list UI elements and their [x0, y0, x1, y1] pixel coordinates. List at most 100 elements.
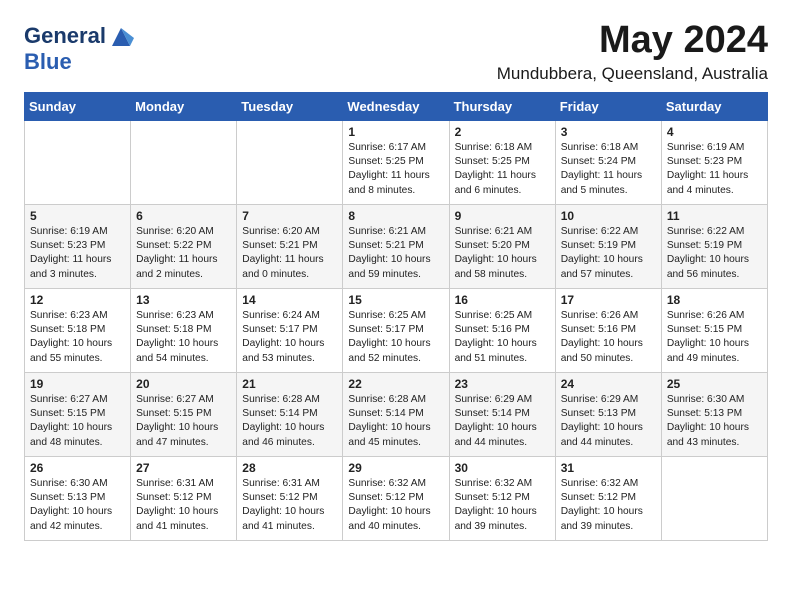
calendar-cell: 27Sunrise: 6:31 AM Sunset: 5:12 PM Dayli… — [131, 456, 237, 540]
day-info: Sunrise: 6:21 AM Sunset: 5:21 PM Dayligh… — [348, 225, 443, 282]
day-number: 23 — [455, 377, 550, 391]
calendar-cell: 28 Sunrise: 6:31 AM Sunset: 5:12 PM Dayli… — [237, 456, 343, 540]
day-number: 24 — [561, 377, 656, 391]
day-number: 6 — [136, 209, 231, 223]
calendar-week-row: 12Sunrise: 6:23 AM Sunset: 5:18 PM Dayli… — [25, 288, 768, 372]
day-info: Sunrise: 6:19 AM Sunset: 5:23 PM Dayligh… — [667, 141, 762, 198]
day-number: 28 — [242, 461, 337, 475]
day-info: Sunrise: 6:29 AM Sunset: 5:13 PM Dayligh… — [561, 393, 656, 450]
day-info: Sunrise: 6:18 AM Sunset: 5:24 PM Dayligh… — [561, 141, 656, 198]
day-info: Sunrise: 6:23 AM Sunset: 5:18 PM Dayligh… — [30, 309, 125, 366]
calendar-cell: 24 Sunrise: 6:29 AM Sunset: 5:13 PM Dayli… — [555, 372, 661, 456]
day-info: Sunrise: 6:20 AM Sunset: 5:22 PM Dayligh… — [136, 225, 231, 282]
calendar-cell: 25Sunrise: 6:30 AM Sunset: 5:13 PM Dayli… — [661, 372, 767, 456]
day-info: Sunrise: 6:17 AM Sunset: 5:25 PM Dayligh… — [348, 141, 443, 198]
day-info: Sunrise: 6:25 AM Sunset: 5:16 PM Dayligh… — [455, 309, 550, 366]
title-block: May 2024 Mundubbera, Queensland, Austral… — [497, 20, 768, 84]
calendar-cell — [661, 456, 767, 540]
calendar-cell — [25, 120, 131, 204]
day-number: 16 — [455, 293, 550, 307]
logo-text: General — [24, 24, 134, 50]
calendar-cell: 26Sunrise: 6:30 AM Sunset: 5:13 PM Dayli… — [25, 456, 131, 540]
day-number: 10 — [561, 209, 656, 223]
day-info: Sunrise: 6:32 AM Sunset: 5:12 PM Dayligh… — [561, 477, 656, 534]
day-info: Sunrise: 6:29 AM Sunset: 5:14 PM Dayligh… — [455, 393, 550, 450]
logo: General Blue — [24, 24, 134, 74]
calendar-cell: 6 Sunrise: 6:20 AM Sunset: 5:22 PM Daylig… — [131, 204, 237, 288]
day-info: Sunrise: 6:27 AM Sunset: 5:15 PM Dayligh… — [30, 393, 125, 450]
day-info: Sunrise: 6:22 AM Sunset: 5:19 PM Dayligh… — [561, 225, 656, 282]
calendar-cell: 3 Sunrise: 6:18 AM Sunset: 5:24 PM Daylig… — [555, 120, 661, 204]
calendar-cell: 1 Sunrise: 6:17 AM Sunset: 5:25 PM Daylig… — [343, 120, 449, 204]
calendar-cell: 23 Sunrise: 6:29 AM Sunset: 5:14 PM Dayli… — [449, 372, 555, 456]
logo-line2: Blue — [24, 50, 134, 74]
day-number: 20 — [136, 377, 231, 391]
day-info: Sunrise: 6:25 AM Sunset: 5:17 PM Dayligh… — [348, 309, 443, 366]
logo-icon — [108, 24, 134, 50]
calendar-cell: 19 Sunrise: 6:27 AM Sunset: 5:15 PM Dayli… — [25, 372, 131, 456]
calendar-subtitle: Mundubbera, Queensland, Australia — [497, 64, 768, 84]
day-info: Sunrise: 6:32 AM Sunset: 5:12 PM Dayligh… — [455, 477, 550, 534]
day-info: Sunrise: 6:26 AM Sunset: 5:15 PM Dayligh… — [667, 309, 762, 366]
header-monday: Monday — [131, 92, 237, 120]
day-info: Sunrise: 6:27 AM Sunset: 5:15 PM Dayligh… — [136, 393, 231, 450]
day-number: 26 — [30, 461, 125, 475]
calendar-cell: 16 Sunrise: 6:25 AM Sunset: 5:16 PM Dayli… — [449, 288, 555, 372]
calendar-week-row: 5 Sunrise: 6:19 AM Sunset: 5:23 PM Daylig… — [25, 204, 768, 288]
header-wednesday: Wednesday — [343, 92, 449, 120]
calendar-cell: 2 Sunrise: 6:18 AM Sunset: 5:25 PM Daylig… — [449, 120, 555, 204]
day-number: 19 — [30, 377, 125, 391]
day-number: 7 — [242, 209, 337, 223]
calendar-cell: 20 Sunrise: 6:27 AM Sunset: 5:15 PM Dayli… — [131, 372, 237, 456]
calendar-cell: 14 Sunrise: 6:24 AM Sunset: 5:17 PM Dayli… — [237, 288, 343, 372]
calendar-cell: 29 Sunrise: 6:32 AM Sunset: 5:12 PM Dayli… — [343, 456, 449, 540]
day-info: Sunrise: 6:32 AM Sunset: 5:12 PM Dayligh… — [348, 477, 443, 534]
calendar-week-row: 1 Sunrise: 6:17 AM Sunset: 5:25 PM Daylig… — [25, 120, 768, 204]
day-number: 5 — [30, 209, 125, 223]
calendar-cell: 8 Sunrise: 6:21 AM Sunset: 5:21 PM Daylig… — [343, 204, 449, 288]
day-number: 14 — [242, 293, 337, 307]
calendar-title: May 2024 — [497, 20, 768, 62]
calendar-cell: 5 Sunrise: 6:19 AM Sunset: 5:23 PM Daylig… — [25, 204, 131, 288]
day-info: Sunrise: 6:31 AM Sunset: 5:12 PM Dayligh… — [242, 477, 337, 534]
day-info: Sunrise: 6:21 AM Sunset: 5:20 PM Dayligh… — [455, 225, 550, 282]
day-number: 13 — [136, 293, 231, 307]
day-number: 30 — [455, 461, 550, 475]
calendar-cell: 17Sunrise: 6:26 AM Sunset: 5:16 PM Dayli… — [555, 288, 661, 372]
calendar-cell: 4Sunrise: 6:19 AM Sunset: 5:23 PM Daylig… — [661, 120, 767, 204]
header-sunday: Sunday — [25, 92, 131, 120]
calendar-cell: 31Sunrise: 6:32 AM Sunset: 5:12 PM Dayli… — [555, 456, 661, 540]
day-info: Sunrise: 6:19 AM Sunset: 5:23 PM Dayligh… — [30, 225, 125, 282]
header-thursday: Thursday — [449, 92, 555, 120]
calendar-cell: 9 Sunrise: 6:21 AM Sunset: 5:20 PM Daylig… — [449, 204, 555, 288]
calendar-cell: 30 Sunrise: 6:32 AM Sunset: 5:12 PM Dayli… — [449, 456, 555, 540]
day-number: 15 — [348, 293, 443, 307]
day-number: 3 — [561, 125, 656, 139]
header-saturday: Saturday — [661, 92, 767, 120]
day-info: Sunrise: 6:18 AM Sunset: 5:25 PM Dayligh… — [455, 141, 550, 198]
calendar-cell: 21 Sunrise: 6:28 AM Sunset: 5:14 PM Dayli… — [237, 372, 343, 456]
calendar-cell: 22Sunrise: 6:28 AM Sunset: 5:14 PM Dayli… — [343, 372, 449, 456]
calendar-cell: 12Sunrise: 6:23 AM Sunset: 5:18 PM Dayli… — [25, 288, 131, 372]
day-number: 1 — [348, 125, 443, 139]
day-number: 11 — [667, 209, 762, 223]
calendar-cell: 18 Sunrise: 6:26 AM Sunset: 5:15 PM Dayli… — [661, 288, 767, 372]
day-number: 8 — [348, 209, 443, 223]
calendar-table: Sunday Monday Tuesday Wednesday Thursday… — [24, 92, 768, 541]
calendar-week-row: 26Sunrise: 6:30 AM Sunset: 5:13 PM Dayli… — [25, 456, 768, 540]
day-info: Sunrise: 6:20 AM Sunset: 5:21 PM Dayligh… — [242, 225, 337, 282]
day-info: Sunrise: 6:23 AM Sunset: 5:18 PM Dayligh… — [136, 309, 231, 366]
day-number: 18 — [667, 293, 762, 307]
day-number: 21 — [242, 377, 337, 391]
day-info: Sunrise: 6:28 AM Sunset: 5:14 PM Dayligh… — [242, 393, 337, 450]
calendar-cell — [237, 120, 343, 204]
day-number: 2 — [455, 125, 550, 139]
day-info: Sunrise: 6:24 AM Sunset: 5:17 PM Dayligh… — [242, 309, 337, 366]
calendar-cell — [131, 120, 237, 204]
day-number: 9 — [455, 209, 550, 223]
day-number: 27 — [136, 461, 231, 475]
calendar-cell: 7 Sunrise: 6:20 AM Sunset: 5:21 PM Daylig… — [237, 204, 343, 288]
day-number: 29 — [348, 461, 443, 475]
calendar-week-row: 19 Sunrise: 6:27 AM Sunset: 5:15 PM Dayli… — [25, 372, 768, 456]
day-number: 25 — [667, 377, 762, 391]
